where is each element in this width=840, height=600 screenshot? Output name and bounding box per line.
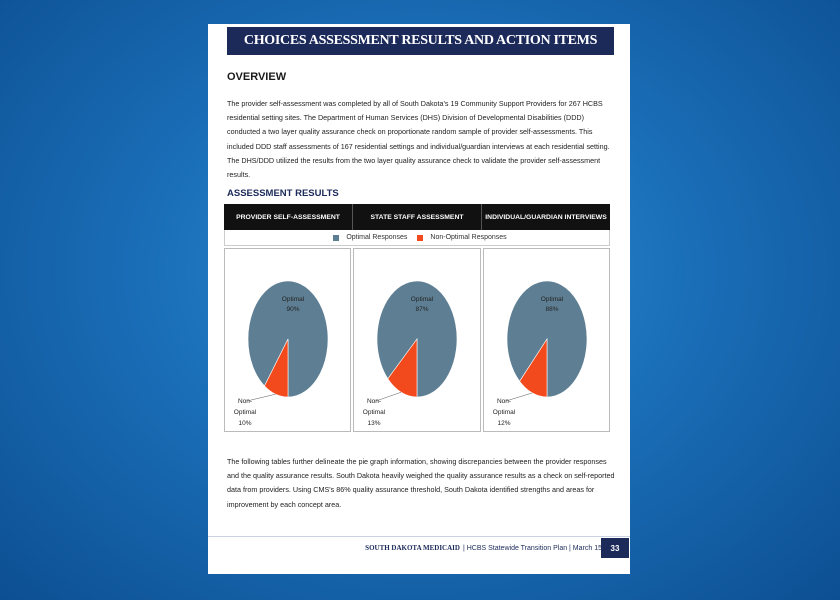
page-footer: SOUTH DAKOTA MEDICAID | HCBS Statewide T… <box>365 540 602 556</box>
pie-value-non-optimal: 13% <box>368 420 381 427</box>
pie-label-optimal: Optimal <box>282 296 305 303</box>
chart-title-interviews: INDIVIDUAL/GUARDIAN INTERVIEWS <box>485 213 607 221</box>
chart-legend: Optimal Responses Non-Optimal Responses <box>224 230 610 246</box>
chart-title-state-staff: STATE STAFF ASSESSMENT <box>353 204 482 230</box>
pie-value-optimal: 88% <box>545 306 558 313</box>
pie-panel-interviews: Optimal 88% Non- Optimal 12% <box>482 248 610 432</box>
assessment-pie-charts: PROVIDER SELF-ASSESSMENT STATE STAFF ASS… <box>224 204 610 432</box>
overview-paragraph: The provider self-assessment was complet… <box>227 99 610 180</box>
assessment-results-heading: ASSESSMENT RESULTS <box>227 188 339 199</box>
pie-label-non-optimal-2: Optimal <box>363 409 386 416</box>
pie-value-optimal: 90% <box>286 306 299 313</box>
pie-label-optimal: Optimal <box>411 296 434 303</box>
pie-chart-interviews: Optimal 88% Non- Optimal 12% <box>492 280 587 427</box>
footer-text: | HCBS Statewide Transition Plan | March… <box>462 544 602 552</box>
page-number: 33 <box>601 538 629 558</box>
pie-value-non-optimal: 12% <box>497 420 510 427</box>
chart-title-provider: PROVIDER SELF-ASSESSMENT <box>224 204 353 230</box>
legend-label-optimal: Optimal Responses <box>346 234 408 241</box>
legend-swatch-optimal <box>333 234 340 241</box>
document-page: CHOICES ASSESSMENT RESULTS AND ACTION IT… <box>208 24 630 574</box>
closing-paragraph: The following tables further delineate t… <box>227 457 615 509</box>
pie-value-optimal: 87% <box>416 306 429 313</box>
pie-label-non-optimal-1: Non- <box>367 398 381 405</box>
pie-value-non-optimal: 10% <box>238 420 251 427</box>
legend-swatch-non-optimal <box>417 234 424 241</box>
pie-label-optimal: Optimal <box>540 296 563 303</box>
pie-label-non-optimal-1: Non- <box>238 398 252 405</box>
pie-panel-state-staff: Optimal 87% Non- Optimal 13% <box>353 248 481 432</box>
pie-label-non-optimal-2: Optimal <box>492 409 515 416</box>
overview-heading: OVERVIEW <box>227 71 287 83</box>
pie-label-non-optimal-2: Optimal <box>234 409 257 416</box>
footer-divider <box>208 536 630 537</box>
chart-column-headers: PROVIDER SELF-ASSESSMENT STATE STAFF ASS… <box>224 204 610 230</box>
page-title-banner: CHOICES ASSESSMENT RESULTS AND ACTION IT… <box>227 27 614 55</box>
pie-chart-provider: Optimal 90% Non- Optimal 10% <box>234 280 329 427</box>
chart-panels: Optimal 90% Non- Optimal 10% Optimal 87% Non- O… <box>224 248 610 432</box>
pie-chart-state-staff: Optimal 87% Non- Optimal 13% <box>363 280 458 427</box>
pie-panel-provider: Optimal 90% Non- Optimal 10% <box>224 248 352 432</box>
legend-label-non-optimal: Non-Optimal Responses <box>430 234 507 241</box>
footer-brand: SOUTH DAKOTA MEDICAID <box>365 544 460 552</box>
pie-label-non-optimal-1: Non- <box>497 398 511 405</box>
